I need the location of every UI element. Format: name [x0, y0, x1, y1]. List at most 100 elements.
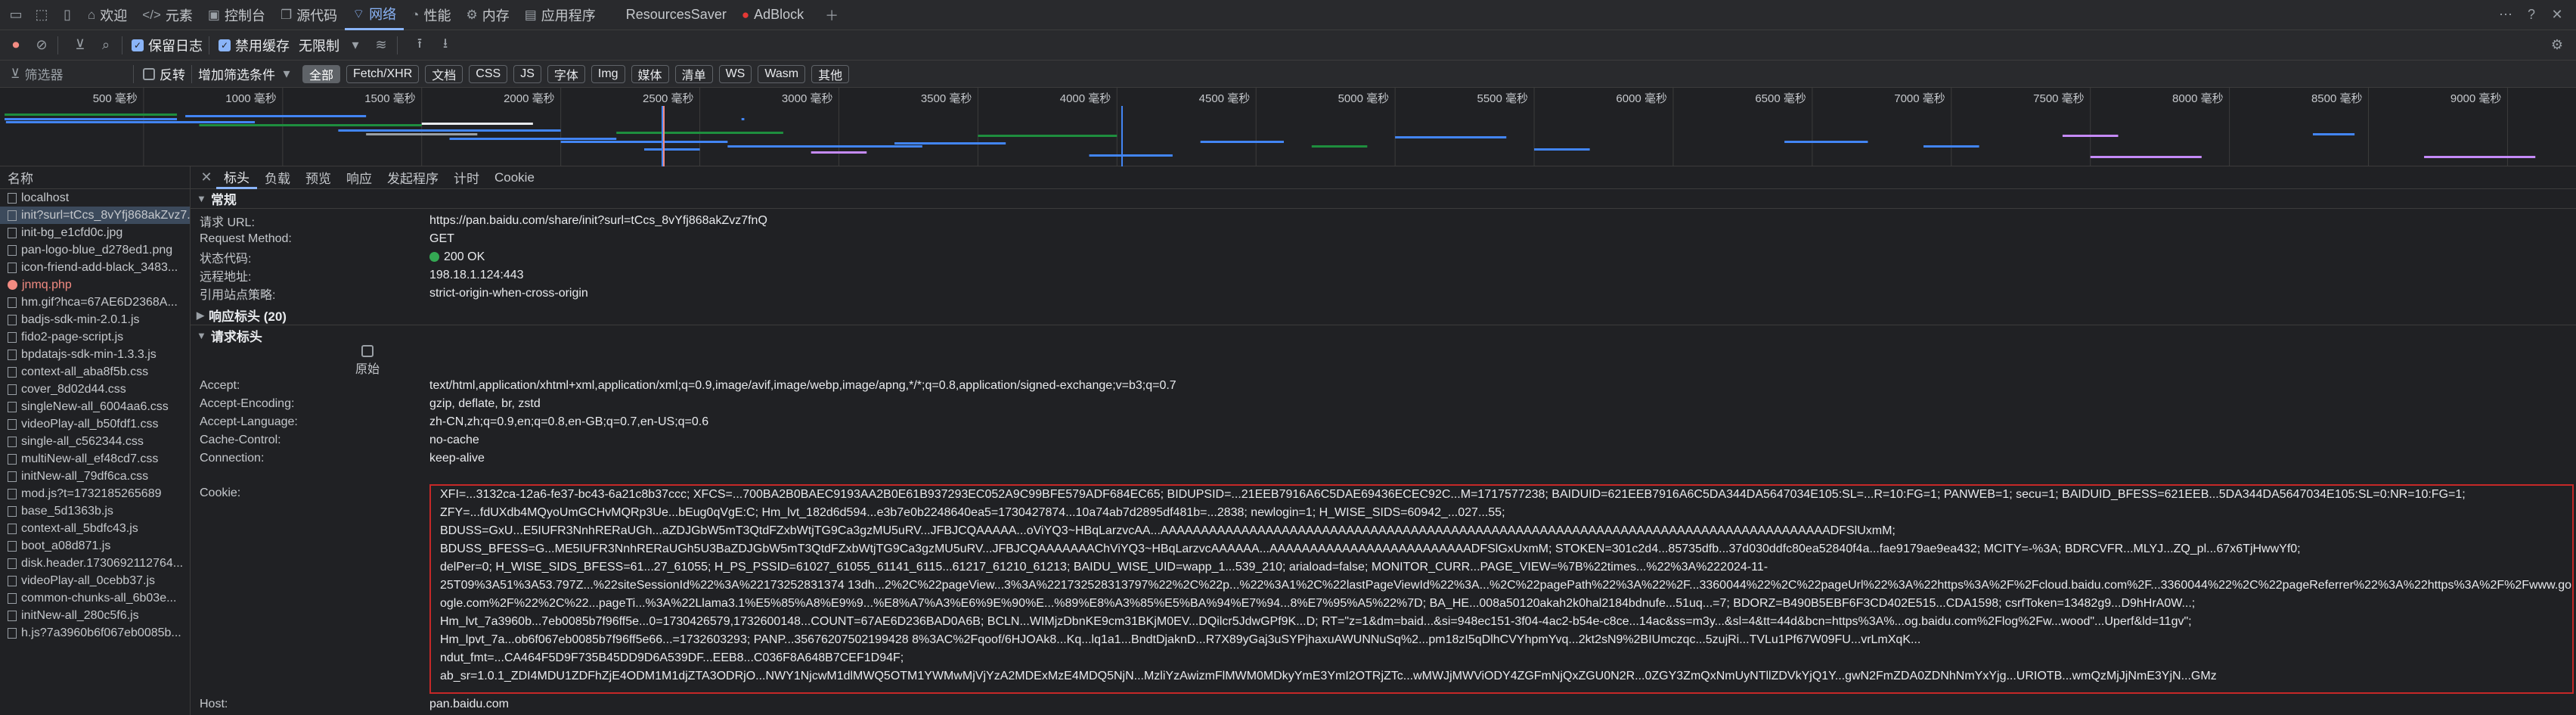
tab-7[interactable]: ▤ 应用程序 — [517, 0, 603, 30]
filter-chip[interactable]: CSS — [469, 64, 508, 83]
request-list-item[interactable]: videoPlay-all_0cebb37.js — [0, 572, 190, 589]
tab-0[interactable]: ⌂ 欢迎 — [80, 0, 135, 30]
request-name: initNew-all_280c5f6.js — [21, 608, 139, 622]
request-name: base_5d1363b.js — [21, 504, 113, 518]
request-list-item[interactable]: multiNew-all_ef48cd7.css — [0, 450, 190, 468]
chevron-down-icon[interactable]: ▾ — [346, 36, 365, 55]
chevron-down-icon[interactable]: ▾ — [277, 64, 296, 84]
request-list-item[interactable]: disk.header.1730692112764... — [0, 555, 190, 572]
sidebar-toggle-icon[interactable]: ▯ — [57, 5, 77, 25]
request-list-item[interactable]: localhost — [0, 189, 190, 207]
devtools-tab-bar: ▭ ⬚ ▯ ⌂ 欢迎 </> 元素 ▣ 控制台 ❐ 源代码 ⌔ 网络 ◔ 性能 ⚙ 内存 ▤ 应用程序 Reso… — [0, 0, 2576, 30]
filter-chip[interactable]: 清单 — [674, 64, 713, 83]
tab-6[interactable]: ⚙ 内存 — [458, 0, 516, 30]
preserve-log-checkbox[interactable]: ✓ — [132, 39, 144, 51]
filter-chip[interactable]: Fetch/XHR — [346, 64, 420, 83]
filter-chip[interactable]: 其他 — [811, 64, 850, 83]
request-list-item[interactable]: init?surl=tCcs_8vYfj868akZvz7... — [0, 207, 190, 224]
filter-chip[interactable]: 字体 — [547, 64, 585, 83]
request-list-item[interactable]: mod.js?t=1732185265689 — [0, 485, 190, 502]
timeline-tick-label: 1000 毫秒 — [225, 92, 277, 105]
request-list-item[interactable]: badjs-sdk-min-2.0.1.js — [0, 311, 190, 328]
request-list-item[interactable]: common-chunks-all_6b03e... — [0, 589, 190, 607]
detail-tab[interactable]: 响应 — [339, 166, 380, 189]
detail-tab[interactable]: 标头 — [216, 166, 257, 189]
network-overview-timeline[interactable]: 500 毫秒 1000 毫秒 1500 毫秒 2000 毫秒 2500 毫秒 3000 毫… — [0, 88, 2576, 166]
filter-input[interactable]: ⊻ 筛选器 — [6, 64, 127, 84]
response-headers-section[interactable]: ▶ 响应标头 (20) — [191, 306, 2576, 325]
detail-tab[interactable]: 发起程序 — [380, 166, 446, 189]
export-har-icon[interactable]: ⭳ — [436, 36, 455, 55]
filter-chip[interactable]: 媒体 — [631, 64, 669, 83]
filter-chip[interactable]: WS — [718, 64, 752, 83]
tab-8[interactable]: ResourcesSaver — [618, 0, 734, 30]
close-detail-icon[interactable]: ✕ — [197, 168, 216, 188]
network-conditions-icon[interactable]: ≋ — [371, 36, 391, 55]
request-list-item[interactable]: fido2-page-script.js — [0, 328, 190, 346]
request-list-item[interactable]: boot_a08d871.js — [0, 537, 190, 555]
invert-checkbox[interactable] — [143, 67, 155, 80]
add-tab-icon[interactable]: ＋ — [822, 5, 842, 25]
request-list-item[interactable]: pan-logo-blue_d278ed1.png — [0, 241, 190, 259]
disable-cache-checkbox[interactable]: ✓ — [219, 39, 231, 51]
request-list-item[interactable]: hm.gif?hca=67AE6D2368A... — [0, 294, 190, 311]
request-headers-section[interactable]: ▼ 请求标头 — [191, 325, 2576, 345]
general-section-header[interactable]: ▼ 常规 — [191, 189, 2576, 209]
timeline-tick-label: 2000 毫秒 — [504, 92, 555, 105]
request-list-item[interactable]: single-all_c562344.css — [0, 433, 190, 450]
more-filters-dropdown[interactable]: 增加筛选条件 — [198, 64, 275, 83]
detail-tab[interactable]: 预览 — [298, 166, 339, 189]
filter-chip[interactable]: JS — [513, 64, 541, 83]
request-list-item[interactable]: cover_8d02d44.css — [0, 381, 190, 398]
clear-icon[interactable]: ⊘ — [32, 36, 51, 55]
tab-3[interactable]: ❐ 源代码 — [273, 0, 345, 30]
request-list-item[interactable]: context-all_5bdfc43.js — [0, 520, 190, 537]
throttle-select[interactable]: 无限制 — [299, 36, 339, 55]
help-icon[interactable]: ? — [2522, 5, 2541, 25]
host-value: pan.baidu.com — [429, 698, 509, 710]
cookie-line: delPer=0; H_WISE_SIDS_BFESS=61...27_6105… — [440, 561, 1768, 574]
tab-4[interactable]: ⌔ 网络 — [345, 0, 405, 30]
request-list-item[interactable]: jnmq.php — [0, 276, 190, 294]
filter-chip[interactable]: 文档 — [425, 64, 463, 83]
more-options-icon[interactable]: ⋯ — [2496, 5, 2516, 25]
filter-chip[interactable]: Wasm — [758, 64, 806, 83]
request-list-item[interactable]: base_5d1363b.js — [0, 502, 190, 520]
tab-2[interactable]: ▣ 控制台 — [200, 0, 273, 30]
raw-headers-checkbox[interactable] — [361, 345, 374, 357]
request-list-item[interactable]: initNew-all_280c5f6.js — [0, 607, 190, 624]
request-name: initNew-all_79df6ca.css — [21, 469, 149, 483]
request-list-item[interactable]: singleNew-all_6004aa6.css — [0, 398, 190, 415]
tab-5[interactable]: ◔ 性能 — [404, 0, 458, 30]
request-headers-title: 请求标头 — [210, 329, 262, 344]
detail-tab[interactable]: 计时 — [446, 166, 487, 189]
filter-icon[interactable]: ⊻ — [70, 36, 90, 55]
cookie-line: 25T09%3A51%3A53.797Z...%22siteSessionId%… — [440, 579, 2572, 592]
filter-chip[interactable]: 全部 — [302, 64, 341, 83]
filter-chip[interactable]: Img — [591, 64, 625, 83]
record-icon[interactable]: ⏺ — [6, 36, 26, 55]
request-list-item[interactable]: bpdatajs-sdk-min-1.3.3.js — [0, 346, 190, 363]
request-list-item[interactable]: init-bg_e1cfd0c.jpg — [0, 224, 190, 241]
file-icon — [8, 418, 17, 430]
tab-1[interactable]: </> 元素 — [135, 0, 200, 30]
detail-tab[interactable]: 负载 — [257, 166, 298, 189]
import-har-icon[interactable]: ⭱ — [410, 36, 429, 55]
request-list-item[interactable]: context-all_aba8f5b.css — [0, 363, 190, 381]
inspect-element-icon[interactable]: ⬚ — [32, 5, 51, 25]
general-value: strict-origin-when-cross-origin — [429, 287, 588, 300]
search-icon[interactable]: ⌕ — [96, 36, 116, 55]
timeline-request-bar — [1784, 141, 1868, 143]
settings-gear-icon[interactable]: ⚙ — [2547, 36, 2567, 55]
device-toolbar-icon[interactable]: ▭ — [6, 5, 26, 25]
request-list-item[interactable]: icon-friend-add-black_3483... — [0, 259, 190, 276]
header-key: Accept-Language: — [200, 415, 298, 428]
request-list-item[interactable]: h.js?7a3960b6f067eb0085b... — [0, 624, 190, 642]
detail-tab[interactable]: Cookie — [487, 166, 542, 189]
tab-9[interactable]: ● AdBlock — [734, 0, 811, 30]
network-toolbar: ⏺ ⊘ ⊻ ⌕ ✓ 保留日志 ✓ 禁用缓存 无限制 ▾ ≋ ⭱ ⭳ ⚙ — [0, 30, 2576, 61]
request-list-item[interactable]: initNew-all_79df6ca.css — [0, 468, 190, 485]
close-devtools-icon[interactable]: ✕ — [2547, 5, 2567, 25]
header-value: no-cache — [429, 434, 479, 446]
request-list-item[interactable]: videoPlay-all_b50fdf1.css — [0, 415, 190, 433]
